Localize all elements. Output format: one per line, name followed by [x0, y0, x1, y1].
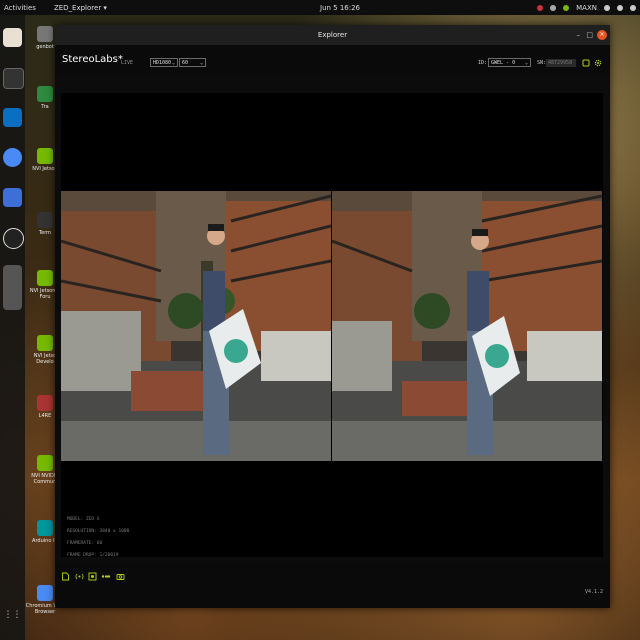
close-button[interactable]: ×: [597, 30, 607, 40]
camera-settings-icon[interactable]: [582, 59, 590, 67]
desktop-app-icon: [37, 520, 53, 536]
chevron-down-icon: ⌄: [199, 60, 203, 66]
network-icon[interactable]: [604, 4, 610, 11]
window-titlebar[interactable]: Explorer – □ ×: [55, 25, 610, 45]
app-header: StereoLabs* LIVE HD1080 ⌄ 60 ⌄ ID: GWEL …: [55, 45, 610, 75]
desktop-app-icon: [37, 86, 53, 102]
explorer-app-icon[interactable]: [3, 265, 22, 310]
right-camera-frame: [332, 191, 602, 461]
desktop-app-icon: [37, 212, 53, 228]
serial-number-field: 48729958: [546, 59, 576, 67]
nvidia-icon[interactable]: [563, 4, 570, 11]
video-viewer[interactable]: MODEL: ZED X RESOLUTION: 3840 x 1080 FRA…: [61, 93, 603, 570]
obs-icon[interactable]: [3, 228, 24, 249]
show-apps-icon[interactable]: ⋮⋮: [3, 610, 22, 629]
version-label: V4.1.2: [584, 589, 603, 595]
chevron-down-icon: ⌄: [171, 60, 175, 66]
activities-button[interactable]: Activities: [4, 4, 36, 12]
desktop-app-icon: [37, 26, 53, 42]
explorer-window: Explorer – □ × StereoLabs* LIVE HD1080 ⌄…: [55, 25, 610, 608]
power-icon[interactable]: [630, 4, 636, 11]
file-icon[interactable]: [61, 572, 70, 581]
minimize-button[interactable]: –: [577, 31, 581, 39]
desktop-app-icon: [37, 585, 53, 601]
footer-toolbar: V4.1.2: [55, 561, 610, 608]
resolution-value: HD1080: [153, 60, 172, 66]
fps-value: 60: [182, 60, 189, 66]
clock[interactable]: Jun 5 16:26: [320, 4, 360, 12]
camera-id-select[interactable]: GWEL - 0 ⌄: [488, 58, 531, 67]
system-tray[interactable]: MAXN: [537, 4, 636, 12]
stream-icon[interactable]: [75, 572, 84, 581]
resolution-select[interactable]: HD1080 ⌄: [150, 58, 178, 67]
chevron-down-icon: ⌄: [524, 60, 528, 66]
overlay-resolution: RESOLUTION: 3840 x 1080: [67, 529, 130, 534]
vscode-icon[interactable]: [3, 108, 22, 127]
camera-id-label: ID:: [478, 60, 488, 66]
camera-snapshot-icon[interactable]: [116, 572, 125, 581]
desktop-app-icon: [37, 455, 53, 471]
overlay-framerate: FRAMERATE: 60: [67, 541, 103, 546]
desktop-app-icon: [37, 395, 53, 411]
files-app-icon[interactable]: [3, 28, 22, 47]
screenshot-icon[interactable]: [3, 188, 22, 207]
left-camera-frame: [61, 191, 331, 461]
volume-icon[interactable]: [617, 4, 623, 11]
serial-label: SN:: [537, 60, 547, 66]
stereolabs-logo: StereoLabs*: [62, 54, 123, 65]
dock: ⋮⋮: [0, 15, 25, 640]
overlay-frame-drop: FRAME DROP: 1/20019: [67, 553, 119, 558]
top-bar: Activities ZED_Explorer ▾ Jun 5 16:26 MA…: [0, 0, 640, 15]
chromium-icon[interactable]: [3, 148, 22, 167]
window-title: Explorer: [317, 31, 348, 39]
gear-icon[interactable]: [594, 59, 602, 67]
camera-id-value: GWEL - 0: [491, 60, 516, 66]
desktop-app-icon: [37, 270, 53, 286]
desktop-app-icon: [37, 148, 53, 164]
fps-select[interactable]: 60 ⌄: [179, 58, 206, 67]
overlay-model: MODEL: ZED X: [67, 517, 100, 522]
terminal-icon[interactable]: [3, 68, 24, 89]
app-menu[interactable]: ZED_Explorer ▾: [54, 4, 107, 12]
depth-mode-icon[interactable]: [101, 572, 111, 581]
desktop-app-icon: [37, 335, 53, 351]
power-mode-label[interactable]: MAXN: [576, 4, 597, 12]
maximize-button[interactable]: □: [586, 31, 593, 39]
record-video-icon[interactable]: [88, 572, 97, 581]
live-indicator: LIVE: [121, 60, 134, 66]
record-icon[interactable]: [537, 4, 544, 11]
display-icon[interactable]: [550, 4, 557, 11]
